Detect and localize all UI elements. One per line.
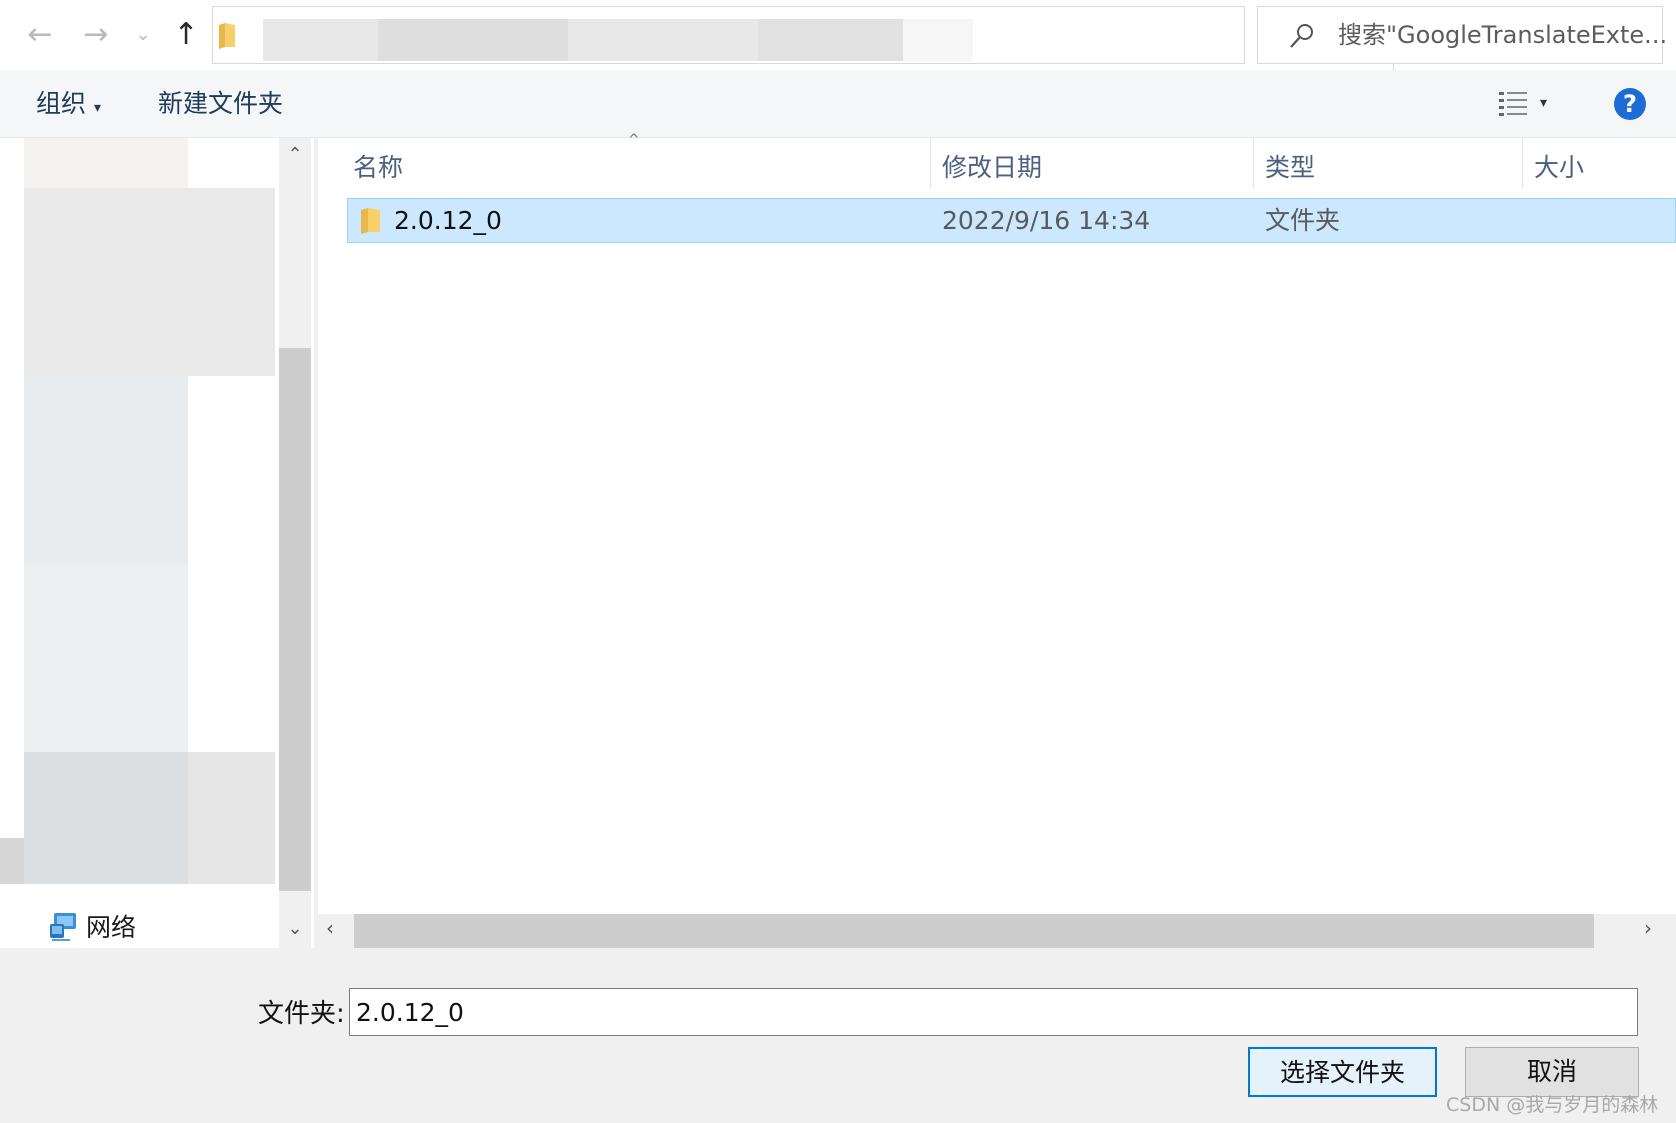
search-box[interactable]: 搜索"GoogleTranslateExte...: [1257, 6, 1667, 64]
file-name: 2.0.12_0: [394, 206, 502, 235]
nav-item-redacted[interactable]: [24, 564, 188, 752]
address-path-redacted: [903, 19, 973, 61]
table-row[interactable]: 2.0.12_0 2022/9/16 14:34 文件夹: [347, 198, 1676, 243]
forward-icon[interactable]: →: [76, 0, 116, 70]
organize-label: 组织: [36, 89, 87, 118]
scroll-down-icon[interactable]: ⌄: [279, 918, 311, 939]
nav-item-redacted: [0, 838, 24, 884]
column-divider[interactable]: [930, 138, 931, 188]
new-folder-button[interactable]: 新建文件夹: [158, 70, 283, 138]
search-icon: [1290, 24, 1313, 48]
scroll-up-icon[interactable]: ⌃: [279, 144, 311, 165]
organize-button[interactable]: 组织 ▾: [36, 70, 101, 142]
nav-item-redacted[interactable]: [24, 188, 275, 376]
folder-icon: [219, 23, 235, 49]
column-header-type[interactable]: 类型: [1265, 138, 1315, 198]
column-header-name[interactable]: 名称: [353, 138, 403, 198]
column-header-modified[interactable]: 修改日期: [942, 138, 1042, 198]
address-path-redacted: [378, 19, 568, 61]
select-folder-button[interactable]: 选择文件夹: [1248, 1047, 1437, 1097]
folder-field-label: 文件夹:: [258, 999, 345, 1029]
search-input[interactable]: 搜索"GoogleTranslateExte...: [1338, 7, 1667, 63]
folder-field[interactable]: [349, 988, 1638, 1036]
file-type: 文件夹: [1265, 206, 1341, 235]
scroll-right-icon[interactable]: ›: [1644, 916, 1652, 940]
back-icon[interactable]: ←: [20, 0, 60, 70]
file-modified: 2022/9/16 14:34: [942, 206, 1151, 235]
scroll-left-icon[interactable]: ‹: [326, 916, 334, 940]
column-header-size[interactable]: 大小: [1534, 138, 1584, 198]
nav-scroll-thumb[interactable]: [279, 348, 311, 891]
help-icon[interactable]: ?: [1614, 88, 1646, 120]
network-icon: [50, 913, 76, 941]
navigation-pane: [0, 138, 314, 948]
column-divider[interactable]: [1522, 138, 1523, 188]
caret-down-icon: ▾: [93, 100, 101, 116]
watermark: CSDN @我与岁月的森林: [1446, 1094, 1659, 1116]
up-icon[interactable]: ↑: [166, 0, 206, 70]
nav-item-redacted[interactable]: [24, 376, 188, 564]
view-options-icon[interactable]: [1498, 90, 1528, 118]
column-divider[interactable]: [1253, 138, 1254, 188]
view-dropdown-icon[interactable]: ▾: [1540, 88, 1547, 118]
nav-item-redacted[interactable]: [24, 138, 188, 188]
nav-item-redacted[interactable]: [24, 752, 188, 884]
nav-item-network[interactable]: 网络: [86, 910, 136, 946]
nav-item-redacted[interactable]: [188, 752, 275, 884]
sort-ascending-icon: ^: [628, 132, 640, 148]
horizontal-scroll-thumb[interactable]: [354, 914, 1594, 948]
folder-icon: [361, 208, 380, 234]
recent-dropdown-icon[interactable]: ⌄: [128, 0, 158, 70]
file-list: [318, 138, 1676, 948]
address-bar[interactable]: ↻: [212, 6, 1437, 71]
